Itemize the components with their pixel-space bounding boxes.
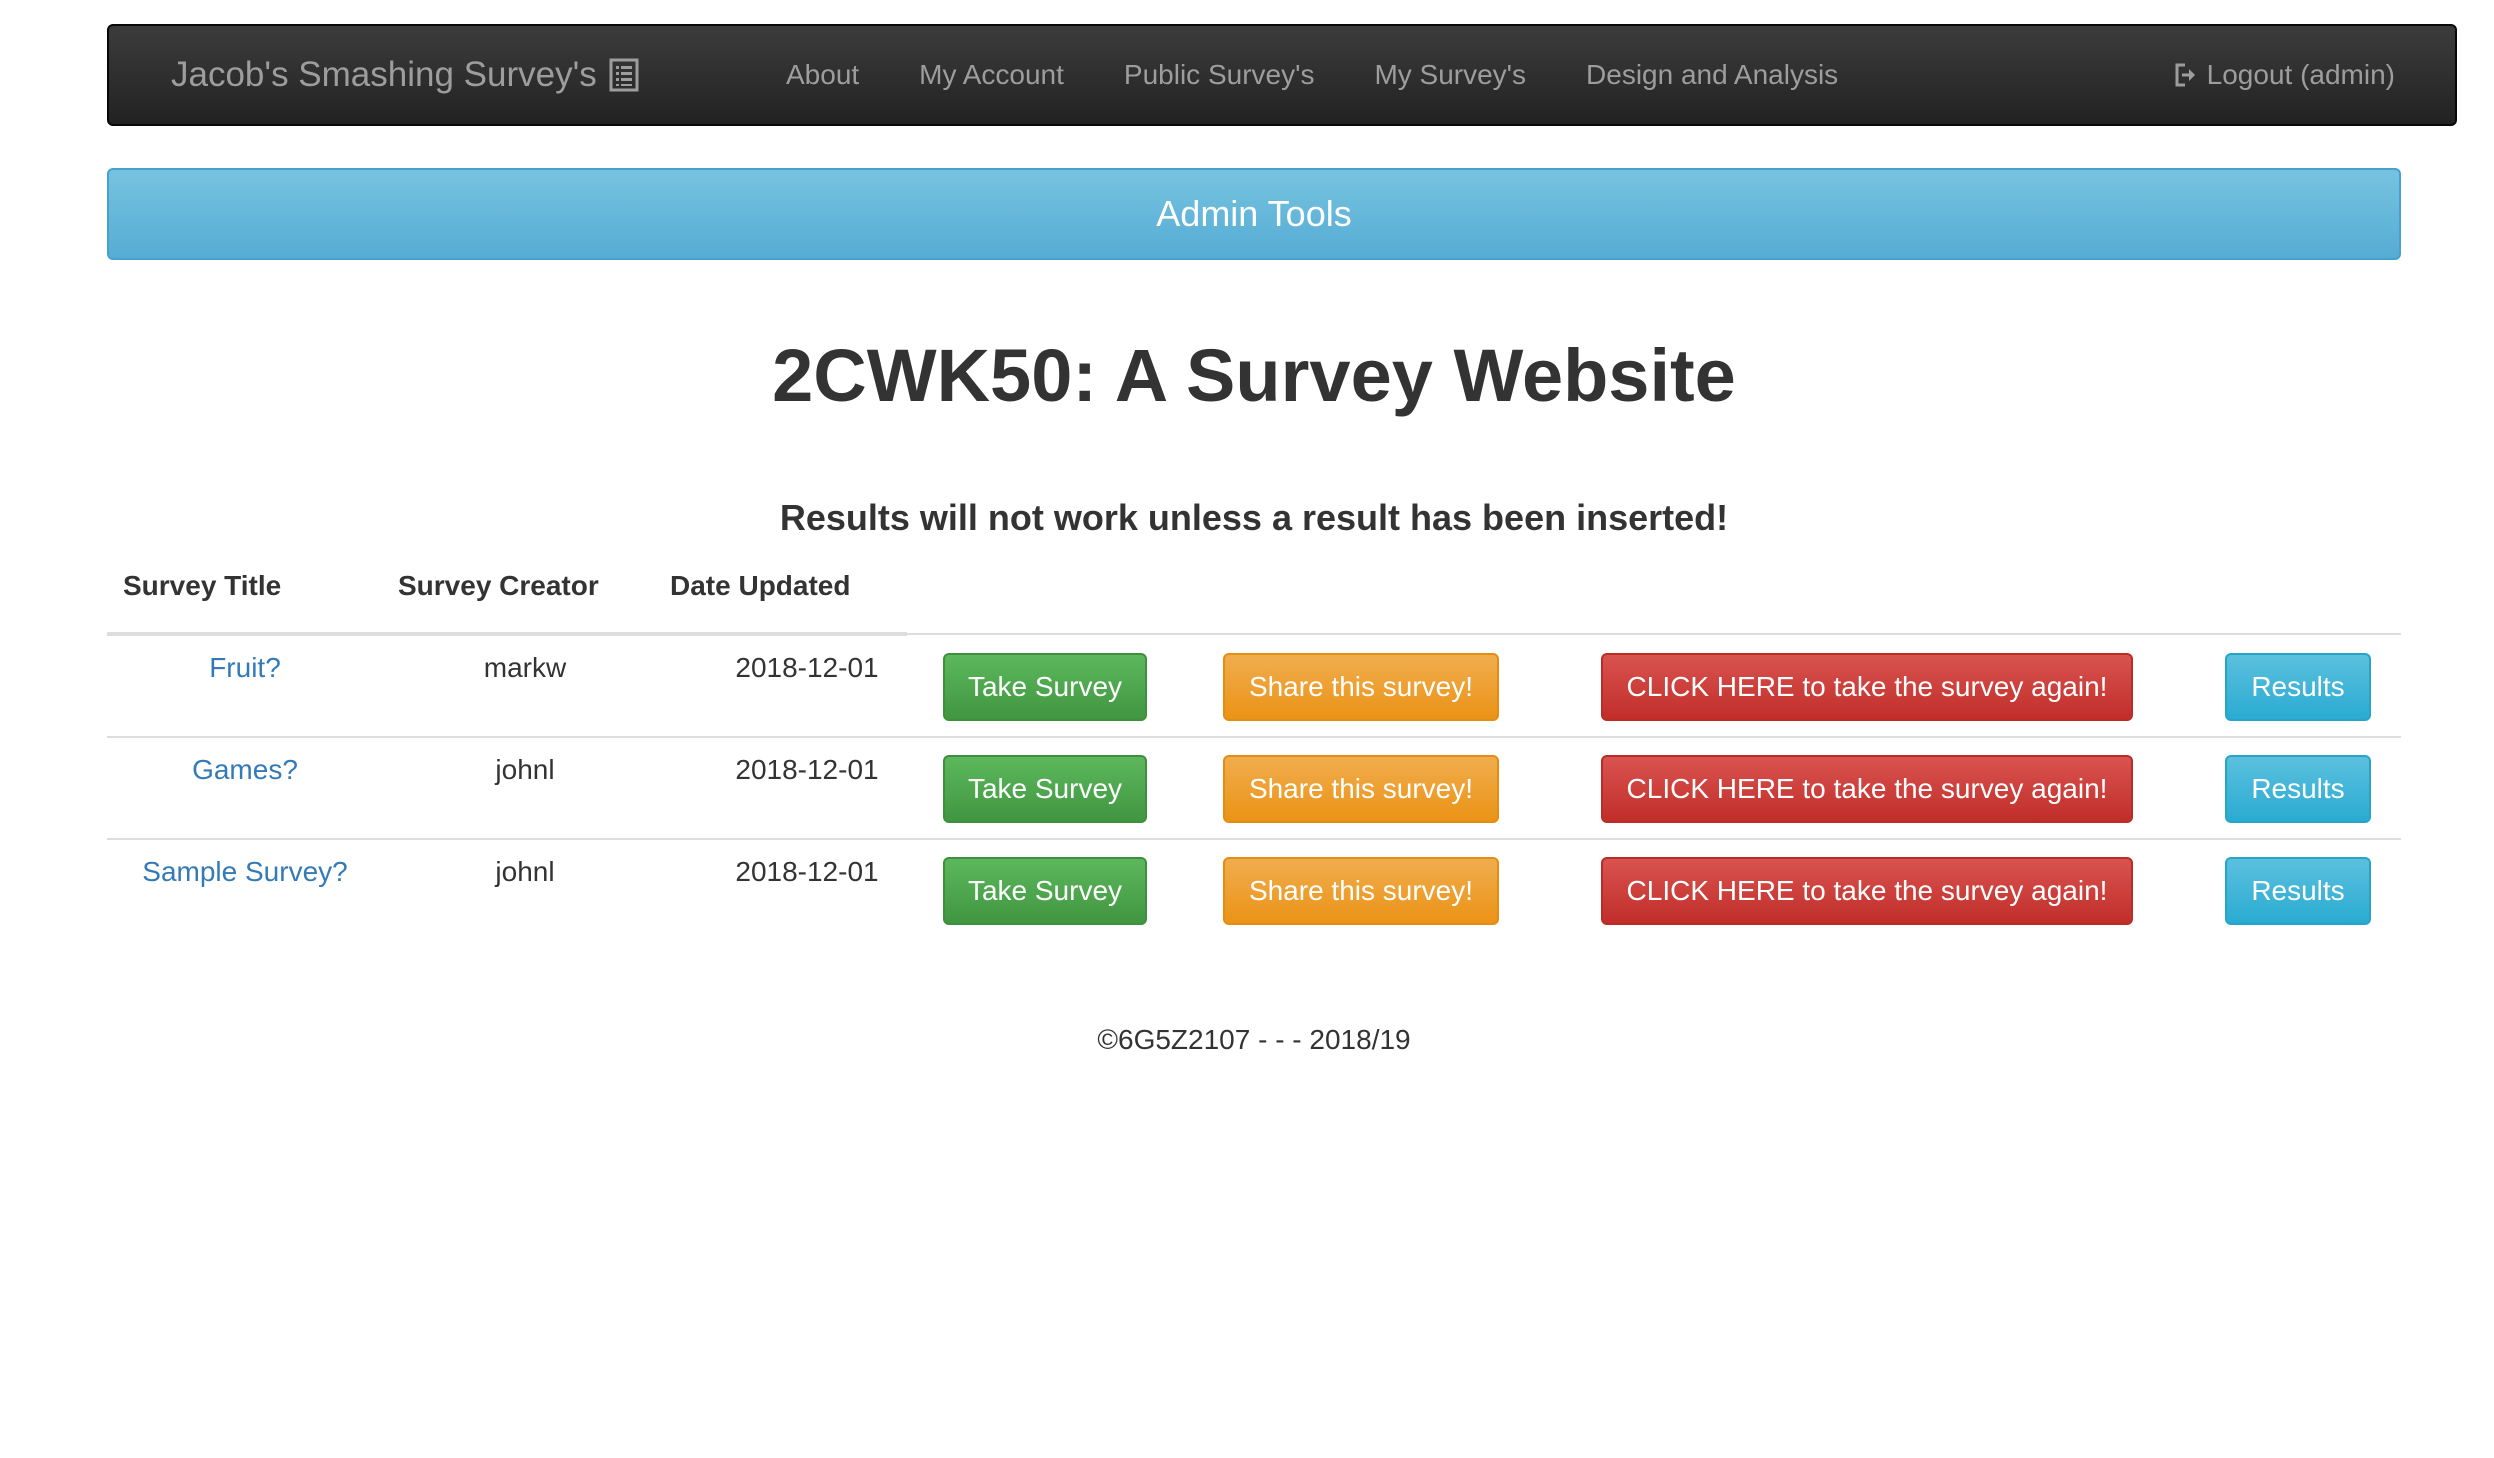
logout-link[interactable]: Logout (admin) (2173, 26, 2395, 124)
header-survey-title: Survey Title (123, 570, 282, 601)
survey-title-link[interactable]: Fruit? (107, 652, 383, 684)
take-survey-button[interactable]: Take Survey (943, 653, 1147, 721)
list-icon (609, 58, 639, 92)
logout-label: Logout (admin) (2206, 59, 2395, 90)
admin-tools-label: Admin Tools (1156, 193, 1352, 234)
date-updated: 2018-12-01 (735, 856, 879, 887)
share-survey-button[interactable]: Share this survey! (1223, 755, 1499, 823)
date-updated: 2018-12-01 (735, 754, 879, 785)
share-survey-button[interactable]: Share this survey! (1223, 857, 1499, 925)
table-header-divider-thin (907, 633, 2401, 635)
survey-creator: johnl (495, 856, 555, 887)
results-button[interactable]: Results (2225, 857, 2371, 925)
nav-about[interactable]: About (786, 59, 859, 91)
survey-title-link[interactable]: Games? (107, 754, 383, 786)
results-button[interactable]: Results (2225, 653, 2371, 721)
take-survey-button[interactable]: Take Survey (943, 755, 1147, 823)
table-row: Fruit? markw 2018-12-01 Take Survey Shar… (107, 636, 2401, 738)
nav-my-account[interactable]: My Account (919, 59, 1064, 91)
table-row: Games? johnl 2018-12-01 Take Survey Shar… (107, 738, 2401, 840)
take-again-button[interactable]: CLICK HERE to take the survey again! (1601, 755, 2133, 823)
survey-creator: markw (483, 652, 567, 683)
table-row: Sample Survey? johnl 2018-12-01 Take Sur… (107, 840, 2401, 942)
brand-link[interactable]: Jacob's Smashing Survey's (171, 26, 639, 124)
take-survey-button[interactable]: Take Survey (943, 857, 1147, 925)
share-survey-button[interactable]: Share this survey! (1223, 653, 1499, 721)
header-date-updated: Date Updated (670, 570, 851, 601)
results-button[interactable]: Results (2225, 755, 2371, 823)
survey-title-link[interactable]: Sample Survey? (107, 856, 383, 888)
logout-icon (2173, 62, 2199, 88)
admin-tools-button[interactable]: Admin Tools (107, 168, 2401, 260)
brand-title: Jacob's Smashing Survey's (171, 55, 597, 94)
date-updated: 2018-12-01 (735, 652, 879, 683)
header-survey-creator: Survey Creator (398, 570, 599, 601)
footer-copyright: ©6G5Z2107 - - - 2018/19 (1097, 1024, 1411, 1055)
page-title: 2CWK50: A Survey Website (772, 334, 1736, 417)
nav-my-surveys[interactable]: My Survey's (1374, 59, 1526, 91)
nav-design-and-analysis[interactable]: Design and Analysis (1586, 59, 1838, 91)
top-navbar: Jacob's Smashing Survey's About My Accou… (107, 24, 2457, 126)
take-again-button[interactable]: CLICK HERE to take the survey again! (1601, 653, 2133, 721)
nav-links: About My Account Public Survey's My Surv… (786, 26, 1898, 124)
nav-public-surveys[interactable]: Public Survey's (1124, 59, 1315, 91)
results-notice: Results will not work unless a result ha… (779, 497, 1729, 538)
take-again-button[interactable]: CLICK HERE to take the survey again! (1601, 857, 2133, 925)
survey-creator: johnl (495, 754, 555, 785)
